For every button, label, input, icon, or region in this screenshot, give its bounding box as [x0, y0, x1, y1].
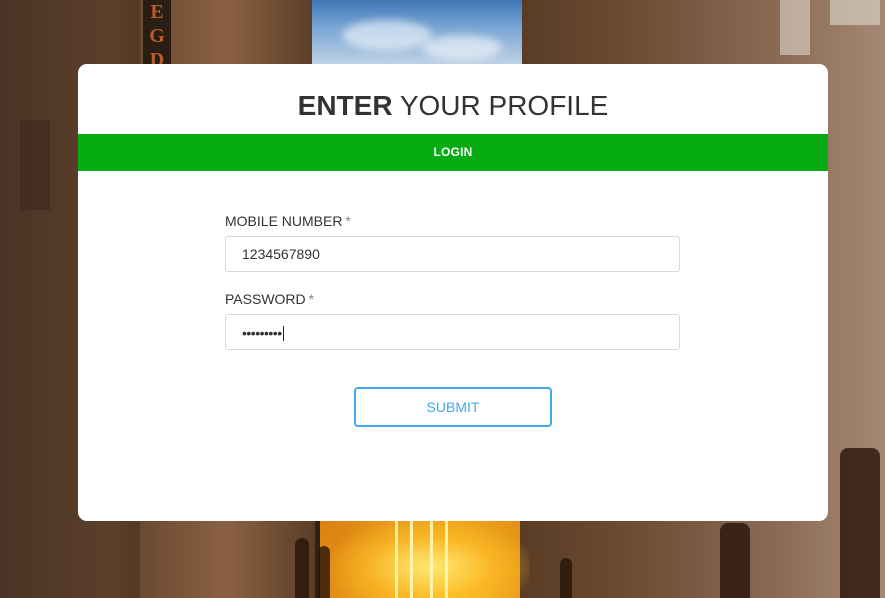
tab-login[interactable]: LOGIN — [434, 134, 473, 171]
page-title: ENTER YOUR PROFILE — [78, 90, 828, 122]
mobile-number-label-text: MOBILE NUMBER — [225, 213, 343, 229]
mobile-number-label: MOBILE NUMBER * — [225, 213, 351, 229]
sign-letter: G — [149, 25, 165, 47]
login-card: ENTER YOUR PROFILE LOGIN MOBILE NUMBER * … — [78, 64, 828, 521]
sky — [312, 0, 522, 70]
title-bold: ENTER — [297, 90, 393, 121]
mobile-number-input[interactable] — [225, 236, 680, 272]
password-input[interactable] — [225, 314, 680, 350]
required-asterisk: * — [345, 213, 351, 229]
password-label: PASSWORD * — [225, 291, 314, 307]
sign-letter: E — [150, 1, 164, 23]
password-value: ••••••••• — [242, 324, 284, 342]
tab-bar: LOGIN — [78, 134, 828, 171]
title-rest: YOUR PROFILE — [399, 90, 609, 121]
password-label-text: PASSWORD — [225, 291, 306, 307]
password-dots: ••••••••• — [242, 325, 282, 341]
street-sign: E G D — [143, 0, 171, 71]
required-asterisk: * — [308, 291, 315, 307]
submit-button[interactable]: SUBMIT — [354, 387, 552, 427]
text-caret — [282, 326, 284, 341]
